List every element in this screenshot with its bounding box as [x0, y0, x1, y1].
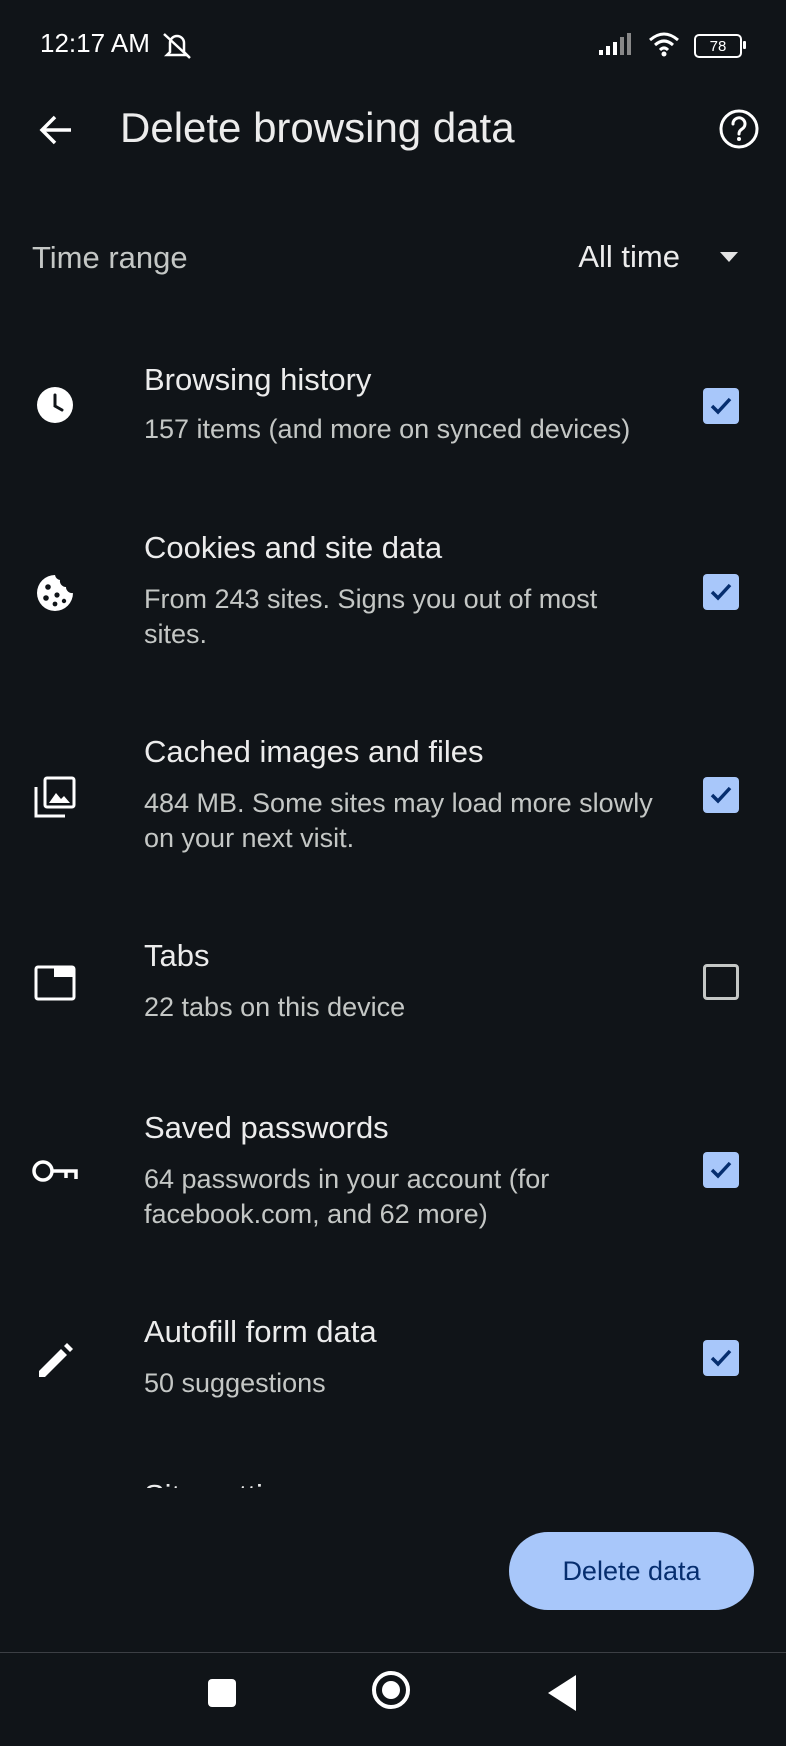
- help-button[interactable]: [712, 104, 766, 158]
- back-button[interactable]: [30, 106, 82, 158]
- app-bar: Delete browsing data: [0, 92, 786, 222]
- option-title: Site settings: [144, 1478, 444, 1488]
- tabs-checkbox[interactable]: [703, 964, 739, 1000]
- option-subtitle: From 243 sites. Signs you out of most si…: [144, 584, 598, 649]
- battery-icon: 78: [694, 34, 746, 58]
- arrow-back-icon: [38, 112, 74, 153]
- time-range-row: Time range All time: [0, 222, 786, 292]
- pencil-icon: [32, 1338, 78, 1384]
- option-subtitle: 484 MB. Some sites may load more slowly …: [144, 788, 653, 853]
- signal-icon: [598, 32, 634, 61]
- saved-passwords-checkbox[interactable]: [703, 1152, 739, 1188]
- dropdown-caret-icon: [720, 252, 738, 262]
- time-range-value: All time: [578, 239, 680, 274]
- recents-icon[interactable]: [208, 1679, 236, 1707]
- option-cookies[interactable]: Cookies and site data From 243 sites. Si…: [0, 520, 786, 660]
- option-site-settings-clipped[interactable]: Site settings: [144, 1466, 444, 1488]
- mute-notifications-icon: [160, 30, 194, 60]
- browsing-history-checkbox[interactable]: [703, 388, 739, 424]
- cookies-checkbox[interactable]: [703, 574, 739, 610]
- option-title: Cookies and site data: [144, 530, 443, 565]
- option-browsing-history[interactable]: Browsing history 157 items (and more on …: [0, 352, 786, 462]
- option-autofill[interactable]: Autofill form data 50 suggestions: [0, 1304, 786, 1414]
- option-title: Tabs: [144, 938, 210, 973]
- option-title: Cached images and files: [144, 734, 484, 769]
- option-cached-images[interactable]: Cached images and files 484 MB. Some sit…: [0, 724, 786, 864]
- status-time: 12:17 AM: [40, 28, 150, 58]
- status-indicators: 78: [598, 30, 746, 62]
- option-title: Autofill form data: [144, 1314, 377, 1349]
- system-nav-bar: [0, 1653, 786, 1746]
- option-tabs[interactable]: Tabs 22 tabs on this device: [0, 928, 786, 1038]
- cookie-icon: [32, 570, 78, 616]
- help-icon: [718, 108, 760, 155]
- page-title: Delete browsing data: [120, 104, 515, 151]
- nav-back-icon[interactable]: [548, 1675, 576, 1711]
- option-title: Saved passwords: [144, 1110, 389, 1145]
- autofill-checkbox[interactable]: [703, 1340, 739, 1376]
- status-bar: 12:17 AM 78: [0, 0, 786, 92]
- key-icon: [32, 1148, 78, 1194]
- tab-icon: [32, 960, 78, 1006]
- time-range-dropdown[interactable]: All time: [578, 232, 738, 282]
- clock-icon: [32, 382, 78, 428]
- cached-images-checkbox[interactable]: [703, 777, 739, 813]
- image-library-icon: [32, 774, 78, 820]
- option-title: Browsing history: [144, 362, 372, 397]
- option-subtitle: 64 passwords in your account (for facebo…: [144, 1164, 550, 1229]
- option-subtitle: 22 tabs on this device: [144, 992, 406, 1022]
- option-subtitle: 50 suggestions: [144, 1368, 326, 1398]
- delete-data-button[interactable]: Delete data: [509, 1532, 754, 1610]
- option-saved-passwords[interactable]: Saved passwords 64 passwords in your acc…: [0, 1100, 786, 1240]
- home-icon[interactable]: [372, 1671, 410, 1709]
- time-range-label: Time range: [32, 240, 188, 275]
- wifi-icon: [648, 31, 680, 62]
- option-subtitle: 157 items (and more on synced devices): [144, 414, 631, 444]
